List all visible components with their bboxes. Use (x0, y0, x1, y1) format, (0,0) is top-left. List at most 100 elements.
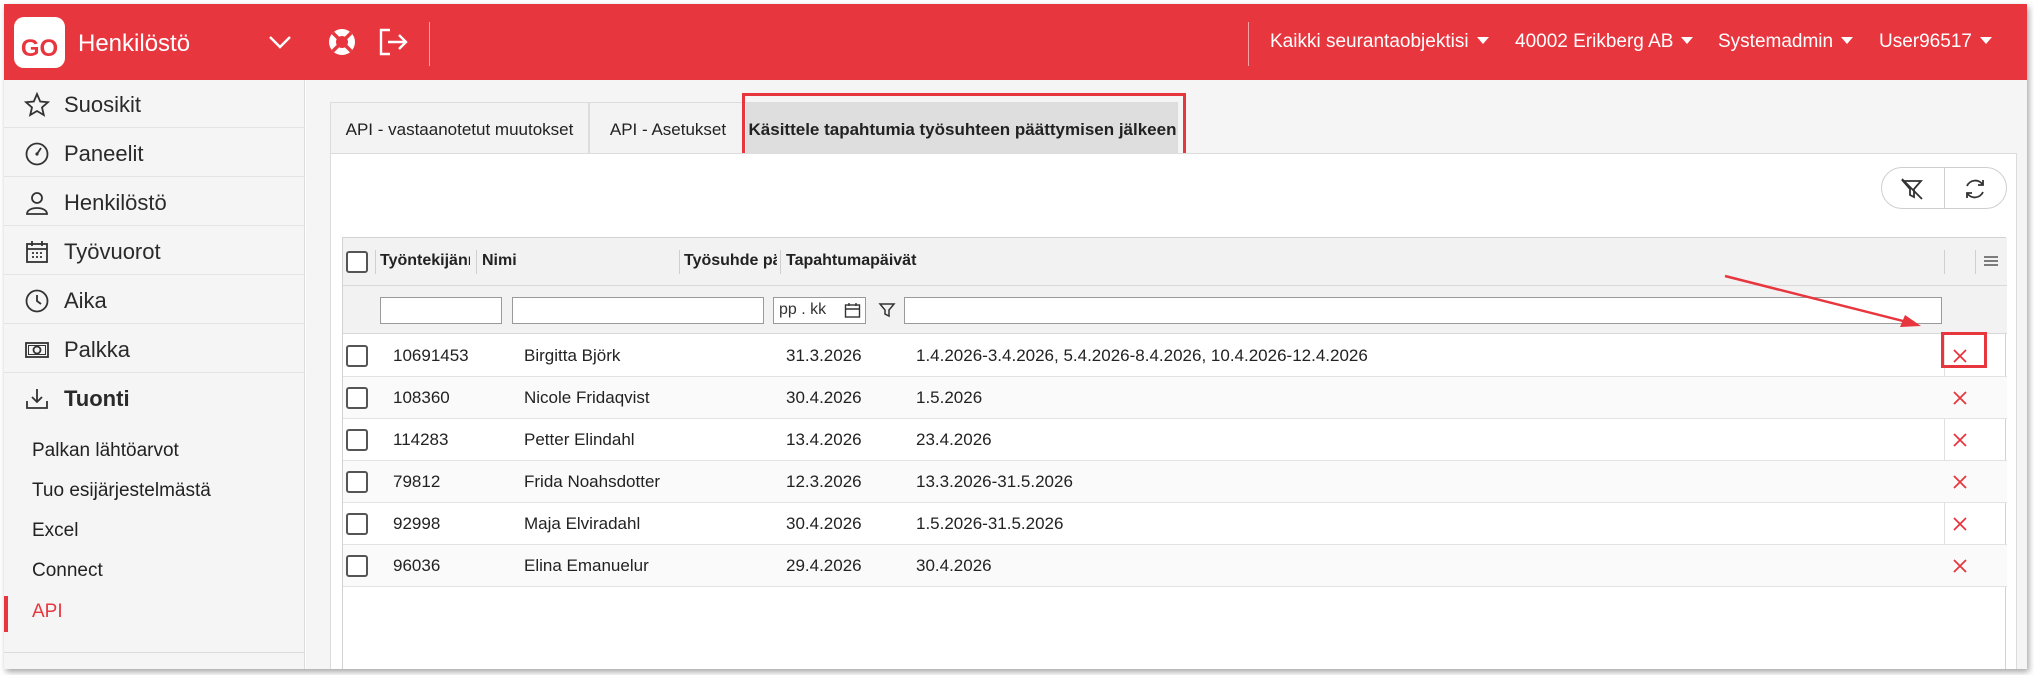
sidebar-item-tyovuorot[interactable]: Työvuorot (4, 227, 305, 275)
top-separator (429, 22, 430, 66)
header-separator (375, 250, 376, 274)
row-checkbox[interactable] (346, 345, 368, 367)
table-row[interactable]: 108360 Nicole Fridaqvist 30.4.2026 1.5.2… (343, 377, 2007, 419)
main-content: API - vastaanotetut muutokset API - Aset… (306, 80, 2027, 669)
header-separator (1944, 250, 1945, 274)
filter-event-dates-input[interactable] (904, 297, 1942, 324)
filter-employee-number-input[interactable] (380, 297, 502, 324)
header-separator (476, 250, 477, 274)
sidebar-item-label: Paneelit (64, 141, 144, 166)
cell-employee-number: 96036 (393, 556, 441, 575)
annotation-highlight-tab (742, 93, 1186, 160)
cell-name: Maja Elviradahl (524, 514, 641, 533)
sidebar-item-suosikit[interactable]: Suosikit (4, 80, 305, 128)
row-checkbox[interactable] (346, 471, 368, 493)
cell-employee-number: 92998 (393, 514, 441, 533)
cell-employment-end: 29.4.2026 (786, 556, 862, 575)
sidebar-item-label: Palkka (64, 337, 131, 362)
table-row[interactable]: 92998 Maja Elviradahl 30.4.2026 1.5.2026… (343, 503, 2007, 545)
cell-name: Nicole Fridaqvist (524, 388, 650, 407)
filter-row: pp . kk (343, 286, 2007, 334)
cell-name: Petter Elindahl (524, 430, 635, 449)
sidebar-item-label: Työvuorot (64, 239, 161, 264)
column-header-employee-number[interactable]: Työntekijänro (380, 252, 470, 270)
sidebar-item-henkilosto[interactable]: Henkilöstö (4, 178, 305, 226)
clear-filter-icon[interactable] (1899, 176, 1925, 202)
cell-employment-end: 30.4.2026 (786, 514, 862, 533)
sidebar-subitem-api[interactable]: API (32, 601, 63, 623)
cell-employee-number: 108360 (393, 388, 450, 407)
tab-api-settings[interactable]: API - Asetukset (589, 102, 747, 154)
sidebar-subitem-tuo-esijarjestelmasta[interactable]: Tuo esijärjestelmästä (32, 480, 211, 502)
tracking-objects-menu[interactable]: Kaikki seurantaobjektisi (1270, 31, 1489, 53)
header-separator (679, 250, 680, 274)
cell-event-dates: 30.4.2026 (916, 556, 992, 575)
logout-icon[interactable] (376, 26, 410, 58)
delete-icon[interactable] (1949, 387, 1971, 409)
lifebuoy-icon[interactable] (326, 26, 358, 58)
calendar-icon[interactable] (844, 302, 861, 319)
table-row[interactable]: 10691453 Birgitta Björk 31.3.2026 1.4.20… (343, 335, 2007, 377)
sidebar-item-palkka[interactable]: Palkka (4, 325, 305, 373)
logo-text: GO (20, 35, 59, 62)
cell-event-dates: 13.3.2026-31.5.2026 (916, 472, 1073, 491)
sidebar-item-paneelit[interactable]: Paneelit (4, 129, 305, 177)
toolbar-divider (1944, 168, 1945, 208)
sidebar: Suosikit Paneelit Henkilöstö Työvuorot A… (4, 80, 305, 669)
caret-down-icon (1841, 37, 1854, 44)
row-checkbox[interactable] (346, 387, 368, 409)
app-title[interactable]: Henkilöstö (78, 30, 190, 58)
cell-name: Birgitta Björk (524, 346, 621, 365)
star-icon (24, 92, 50, 117)
cell-event-dates: 1.4.2026-3.4.2026, 5.4.2026-8.4.2026, 10… (916, 346, 1368, 365)
row-checkbox[interactable] (346, 555, 368, 577)
column-menu-icon[interactable] (1983, 253, 1999, 269)
sidebar-item-label: Henkilöstö (64, 190, 167, 215)
caret-down-icon (1681, 37, 1694, 44)
column-header-event-dates[interactable]: Tapahtumapäivät (786, 252, 1286, 270)
cell-name: Elina Emanuelur (524, 556, 649, 575)
column-header-name[interactable]: Nimi (482, 252, 672, 270)
cell-event-dates: 1.5.2026-31.5.2026 (916, 514, 1064, 533)
row-checkbox[interactable] (346, 513, 368, 535)
data-grid: Työntekijänro Nimi Työsuhde päät… Tapaht… (342, 237, 2007, 669)
header-separator (1975, 250, 1976, 274)
sidebar-subitem-connect[interactable]: Connect (32, 560, 103, 582)
caret-down-icon (1476, 37, 1489, 44)
delete-icon[interactable] (1949, 471, 1971, 493)
row-checkbox[interactable] (346, 429, 368, 451)
go-logo[interactable]: GO (14, 17, 65, 68)
tab-api-received-changes[interactable]: API - vastaanotetut muutokset (330, 102, 589, 154)
refresh-icon[interactable] (1962, 176, 1988, 202)
sidebar-subitem-palkan-lahtoarvot[interactable]: Palkan lähtöarvot (32, 440, 179, 462)
cell-employment-end: 12.3.2026 (786, 472, 862, 491)
sidebar-item-aika[interactable]: Aika (4, 276, 305, 324)
cell-employment-end: 13.4.2026 (786, 430, 862, 449)
delete-icon[interactable] (1949, 429, 1971, 451)
chevron-down-icon[interactable] (266, 28, 294, 56)
select-all-checkbox[interactable] (346, 251, 368, 273)
table-row[interactable]: 79812 Frida Noahsdotter 12.3.2026 13.3.2… (343, 461, 2007, 503)
cell-employee-number: 79812 (393, 472, 441, 491)
cell-name: Frida Noahsdotter (524, 472, 661, 491)
content-panel: Työntekijänro Nimi Työsuhde päät… Tapaht… (330, 153, 2017, 669)
filter-icon[interactable] (878, 301, 896, 319)
filter-name-input[interactable] (512, 297, 764, 324)
sidebar-subitem-excel[interactable]: Excel (32, 520, 78, 542)
company-label: 40002 Erikberg AB (1515, 31, 1674, 52)
sidebar-section-tuonti[interactable]: Tuonti (4, 374, 305, 422)
user-menu[interactable]: User96517 (1879, 31, 1992, 53)
role-menu[interactable]: Systemadmin (1718, 31, 1854, 53)
table-row[interactable]: 114283 Petter Elindahl 13.4.2026 23.4.20… (343, 419, 2007, 461)
import-icon (26, 389, 48, 409)
filter-employment-end-date-input[interactable]: pp . kk (773, 297, 866, 324)
cell-employment-end: 31.3.2026 (786, 346, 862, 365)
table-row[interactable]: 96036 Elina Emanuelur 29.4.2026 30.4.202… (343, 545, 2007, 587)
clock-icon (25, 289, 49, 313)
delete-icon[interactable] (1949, 555, 1971, 577)
top-bar: GO Henkilöstö Kaikki seurantaobjektisi 4… (4, 4, 2027, 80)
cell-event-dates: 1.5.2026 (916, 388, 983, 407)
column-header-employment-end[interactable]: Työsuhde päät… (684, 252, 777, 270)
company-menu[interactable]: 40002 Erikberg AB (1515, 31, 1694, 53)
delete-icon[interactable] (1949, 513, 1971, 535)
